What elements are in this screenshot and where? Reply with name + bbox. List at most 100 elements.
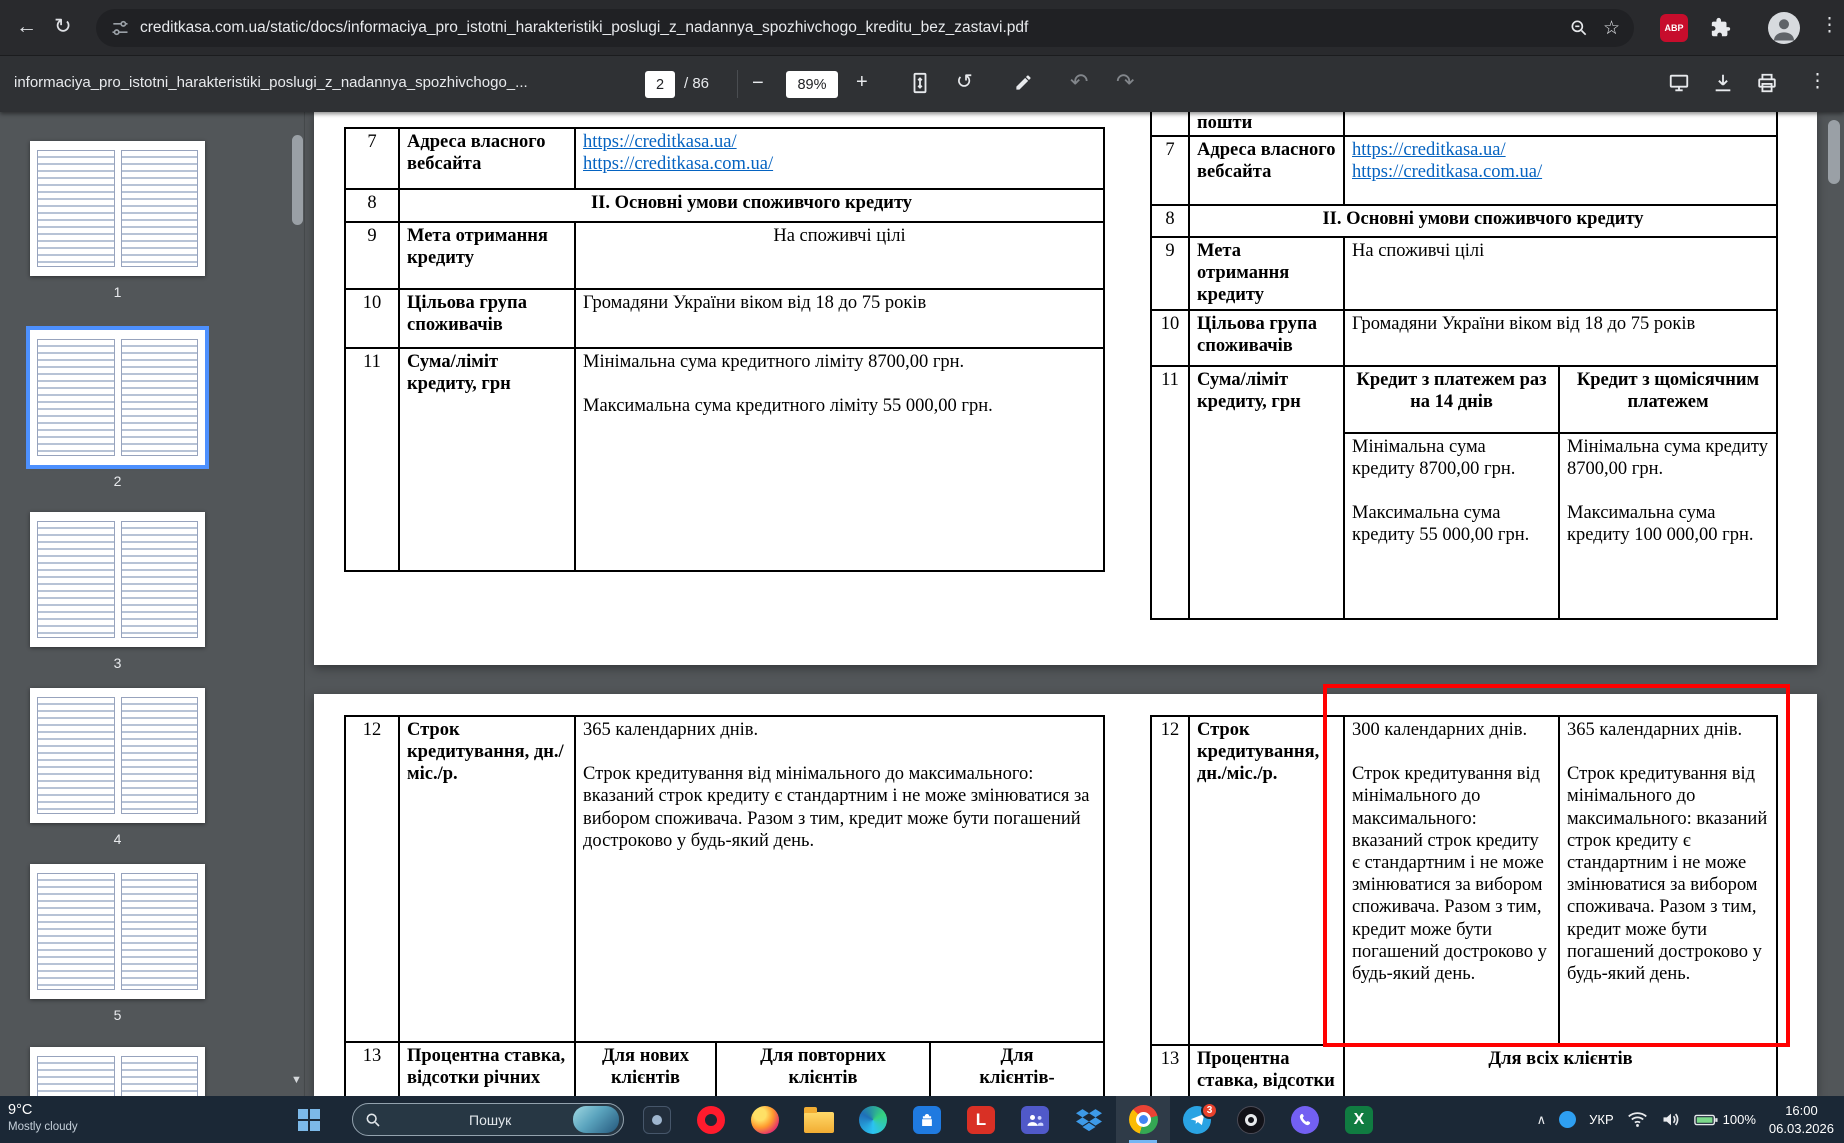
language-indicator[interactable]: УКР (1589, 1112, 1614, 1127)
fit-to-page-icon[interactable] (910, 72, 930, 98)
row-label-cell: Цільова група споживачів (398, 288, 576, 349)
l-app-icon[interactable]: L (954, 1096, 1008, 1143)
present-mode-icon[interactable] (1668, 72, 1690, 98)
page-total: / 86 (684, 75, 710, 92)
row-value-cell: Мінімальна сума кредиту 8700,00 грн. Мак… (1558, 431, 1778, 620)
back-icon[interactable]: ← (16, 16, 37, 37)
table-row: 7 Адреса власного вебсайта https://credi… (344, 127, 1105, 190)
taskbar-clock[interactable]: 16:00 06.03.2026 (1769, 1102, 1834, 1137)
page-number-input[interactable]: 2 (645, 71, 675, 98)
sidebar-scrollbar[interactable] (292, 135, 303, 225)
table-row: 12 Строк кредитування, дн./міс./р. 365 к… (344, 715, 1105, 1043)
obs-icon[interactable] (1224, 1096, 1278, 1143)
thumbnail-page-preview (26, 326, 209, 469)
tray-app-icon[interactable] (1559, 1111, 1577, 1128)
start-button[interactable] (298, 1109, 320, 1131)
annotate-pen-icon[interactable] (1014, 73, 1033, 96)
viewer-scrollbar[interactable] (1828, 120, 1840, 184)
row-label-cell: Адреса власного вебсайта (398, 127, 576, 190)
app-icon-dark[interactable] (630, 1096, 684, 1143)
page-thumbnail-3[interactable]: 3 (30, 512, 205, 671)
thumbnail-label: 3 (113, 655, 122, 671)
opera-icon[interactable] (684, 1096, 738, 1143)
browser-menu-icon[interactable]: ⋮ (1820, 16, 1839, 35)
pdf-page-3: 12 Строк кредитування, дн./міс./р. 365 к… (314, 684, 1817, 1096)
zoom-in-button[interactable]: + (856, 72, 868, 92)
table-row: 12 Строк кредитування, дн./міс./р. 300 к… (1150, 715, 1778, 1046)
reload-icon[interactable]: ↻ (54, 16, 72, 37)
pdf-menu-icon[interactable]: ⋮ (1808, 72, 1827, 91)
row-value-cell: 365 календарних днів. Строк кредитування… (574, 715, 1105, 1043)
zoom-level-input[interactable]: 89% (786, 71, 838, 98)
row-value-cell: На споживчі цілі (574, 221, 1105, 290)
table-row: пошти (1150, 112, 1778, 137)
dropbox-icon[interactable] (1062, 1096, 1116, 1143)
zoom-indicator-icon[interactable] (1569, 18, 1589, 38)
battery-indicator[interactable]: 100% (1693, 1112, 1756, 1127)
redo-icon[interactable]: ↷ (1116, 71, 1134, 93)
print-icon[interactable] (1756, 72, 1778, 98)
column-header-cell: Для нових клієнтів (574, 1041, 717, 1096)
taskbar: 9°C Mostly cloudy Пошук L 3 X ∧ УКР 100%… (0, 1096, 1844, 1143)
page-thumbnail-6[interactable] (30, 1047, 205, 1096)
undo-icon[interactable]: ↶ (1070, 71, 1088, 93)
telegram-icon[interactable]: 3 (1170, 1096, 1224, 1143)
row-number-cell: 11 (1150, 364, 1190, 620)
thumbnail-label: 1 (113, 284, 122, 300)
wifi-icon[interactable] (1627, 1111, 1648, 1128)
edge-icon[interactable] (846, 1096, 900, 1143)
page-thumbnail-2[interactable]: 2 (26, 326, 209, 489)
sidebar-scroll-down-icon[interactable]: ▼ (288, 1074, 305, 1086)
weather-widget[interactable]: 9°C Mostly cloudy (8, 1101, 78, 1135)
table-row: 13 Процентна ставка, відсотки Для всіх к… (1150, 1044, 1778, 1096)
column-header-cell: Кредит з платежем раз на 14 днів (1343, 364, 1560, 434)
viber-icon[interactable] (1278, 1096, 1332, 1143)
profile-avatar[interactable] (1768, 12, 1800, 44)
extensions-icon[interactable] (1710, 17, 1732, 39)
address-bar[interactable]: creditkasa.com.ua/static/docs/informaciy… (96, 9, 1634, 47)
weather-temperature: 9°C (8, 1102, 33, 1118)
website-link[interactable]: https://creditkasa.ua/ (583, 131, 1096, 153)
table-row: 8 ІІ. Основні умови споживчого кредиту (344, 188, 1105, 223)
bookmark-star-icon[interactable]: ☆ (1603, 19, 1620, 38)
page-thumbnail-1[interactable]: 1 (30, 141, 205, 300)
store-icon[interactable] (900, 1096, 954, 1143)
system-tray: ∧ УКР 100% 16:00 06.03.2026 (1537, 1096, 1844, 1143)
table-row: 9 Мета отримання кредиту На споживчі ціл… (1150, 236, 1778, 311)
column-header-cell: Для повторних клієнтів (715, 1041, 931, 1096)
taskbar-search[interactable]: Пошук (352, 1103, 624, 1136)
table-row: 13 Процентна ставка, відсотки річних Для… (344, 1041, 1105, 1096)
table-row: 7 Адреса власного вебсайта https://credi… (1150, 135, 1778, 206)
row-number-cell: 12 (1150, 715, 1190, 1046)
chrome-icon[interactable] (1116, 1096, 1170, 1143)
pdf-page-2: 7 Адреса власного вебсайта https://credi… (314, 112, 1817, 665)
row-number-cell: 8 (344, 188, 400, 223)
row-number-cell: 7 (344, 127, 400, 190)
row-number-cell (1150, 112, 1190, 137)
row-label-cell: Строк кредитування, дн./міс./р. (398, 715, 576, 1043)
volume-icon[interactable] (1661, 1111, 1681, 1128)
rotate-icon[interactable]: ↺ (956, 72, 973, 92)
excel-icon[interactable]: X (1332, 1096, 1386, 1143)
website-link[interactable]: https://creditkasa.com.ua/ (1352, 161, 1769, 183)
website-link[interactable]: https://creditkasa.com.ua/ (583, 153, 1096, 175)
website-link[interactable]: https://creditkasa.ua/ (1352, 139, 1769, 161)
page-thumbnail-5[interactable]: 5 (30, 864, 205, 1023)
file-explorer-icon[interactable] (792, 1096, 846, 1143)
section-title-cell: ІІ. Основні умови споживчого кредиту (1188, 204, 1778, 238)
row-value-cell: Мінімальна сума кредиту 8700,00 грн. Мак… (1343, 431, 1560, 620)
teams-icon[interactable] (1008, 1096, 1062, 1143)
tray-chevron-icon[interactable]: ∧ (1537, 1112, 1547, 1128)
adblock-extension-icon[interactable]: ABP (1660, 14, 1688, 42)
download-icon[interactable] (1712, 72, 1734, 98)
zoom-out-button[interactable]: − (752, 73, 764, 93)
row-label-cell: Процентна ставка, відсотки річних (398, 1041, 576, 1096)
section-title-cell: ІІ. Основні умови споживчого кредиту (398, 188, 1105, 223)
firefox-icon[interactable] (738, 1096, 792, 1143)
page-thumbnail-4[interactable]: 4 (30, 688, 205, 847)
search-icon (365, 1112, 460, 1128)
row-label-cell: пошти (1188, 112, 1345, 137)
search-highlight-image (573, 1106, 619, 1133)
row-label-cell: Мета отримання кредиту (398, 221, 576, 290)
site-info-icon[interactable] (110, 18, 130, 38)
